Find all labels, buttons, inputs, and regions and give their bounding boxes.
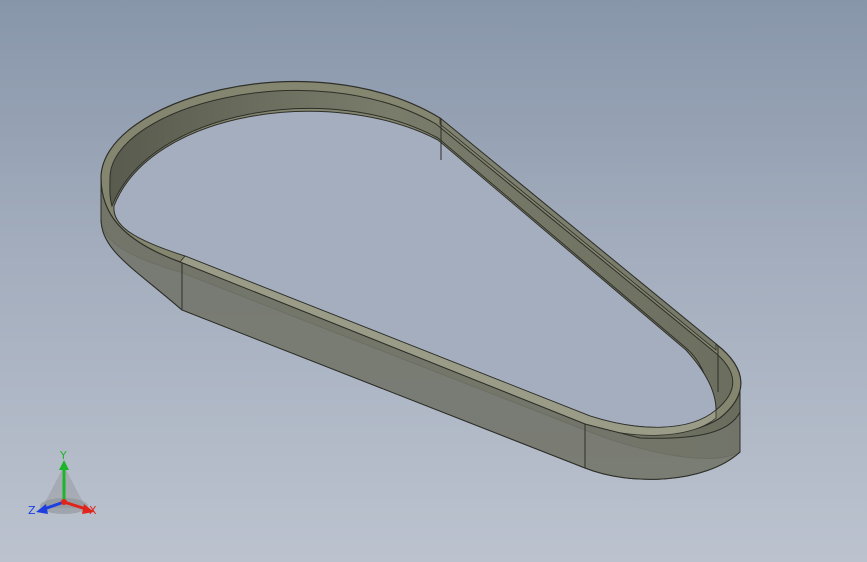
- triad-origin: [61, 499, 67, 505]
- belt-model[interactable]: [0, 0, 867, 562]
- orientation-triad[interactable]: Y X Z: [24, 446, 108, 526]
- triad-z-label: Z: [28, 504, 36, 517]
- triad-y-label: Y: [60, 449, 67, 462]
- triad-x-label: X: [89, 504, 97, 517]
- graphics-viewport[interactable]: Y X Z: [0, 0, 867, 562]
